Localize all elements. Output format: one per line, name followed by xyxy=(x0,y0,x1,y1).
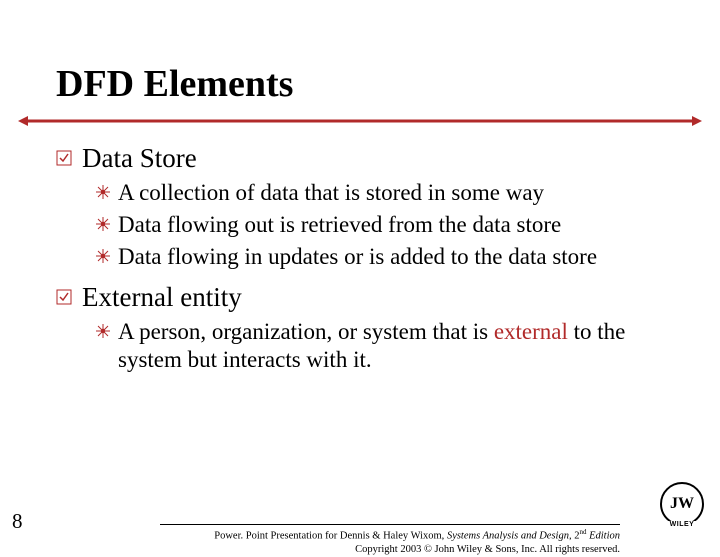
list-item: A collection of data that is stored in s… xyxy=(96,179,664,207)
burst-icon xyxy=(96,249,110,263)
burst-icon xyxy=(96,185,110,199)
content-area: Data Store A collection of data that is … xyxy=(56,136,664,374)
footer-text: Power. Point Presentation for Dennis & H… xyxy=(160,528,620,557)
slide-title: DFD Elements xyxy=(56,62,293,106)
sublist: A person, organization, or system that i… xyxy=(96,318,664,374)
list-item: Data Store xyxy=(56,142,664,175)
burst-icon xyxy=(96,217,110,231)
footer-copyright: Copyright 2003 © John Wiley & Sons, Inc.… xyxy=(355,544,620,555)
list-item: External entity xyxy=(56,281,664,314)
footer-divider xyxy=(160,524,620,525)
bullet-icon xyxy=(56,289,72,305)
list-item-label: Data flowing out is retrieved from the d… xyxy=(118,211,561,239)
list-item: Data flowing in updates or is added to t… xyxy=(96,243,664,271)
list-item: A person, organization, or system that i… xyxy=(96,318,664,374)
list-item-label: A collection of data that is stored in s… xyxy=(118,179,544,207)
bullet-icon xyxy=(56,150,72,166)
publisher-logo: JW WILEY xyxy=(660,482,704,526)
list-item-label: Data Store xyxy=(82,142,197,175)
sublist: A collection of data that is stored in s… xyxy=(96,179,664,271)
slide: DFD Elements Data Store A collection o xyxy=(0,0,720,540)
list-item: Data flowing out is retrieved from the d… xyxy=(96,211,664,239)
logo-monogram: JW xyxy=(660,482,704,526)
logo-label: WILEY xyxy=(660,521,704,528)
list-item-label: External entity xyxy=(82,281,242,314)
page-number: 8 xyxy=(12,509,23,534)
title-divider xyxy=(18,114,702,128)
burst-icon xyxy=(96,324,110,338)
list-item-label: Data flowing in updates or is added to t… xyxy=(118,243,597,271)
list-item-label: A person, organization, or system that i… xyxy=(118,318,664,374)
